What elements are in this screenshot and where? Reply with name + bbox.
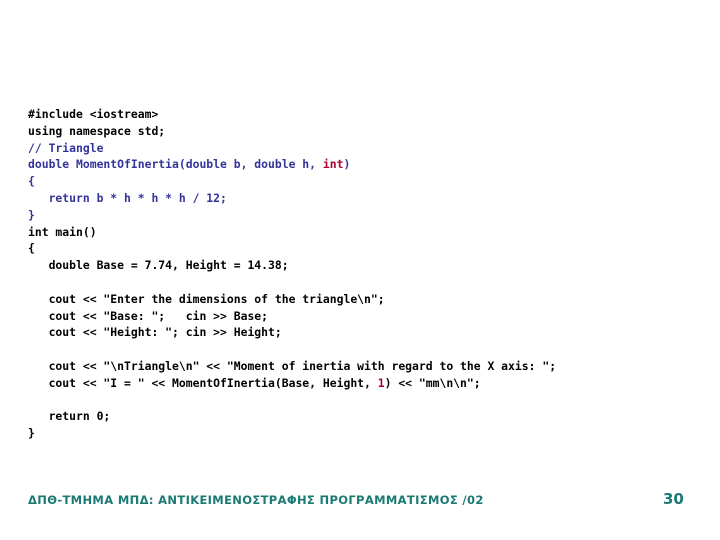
code-token: double MomentOfInertia(double b, double … — [28, 157, 323, 172]
code-line: int main() — [28, 224, 712, 241]
code-line: // Triangle — [28, 140, 712, 157]
code-line: } — [28, 425, 712, 442]
code-line: using namespace std; — [28, 123, 712, 140]
code-token: return 0; — [28, 409, 111, 424]
code-token: int main() — [28, 224, 97, 239]
code-line: cout << "I = " << MomentOfInertia(Base, … — [28, 375, 712, 392]
code-token: ) << "mm\n\n"; — [384, 375, 481, 390]
code-line: cout << "\nTriangle\n" << "Moment of ine… — [28, 358, 712, 375]
code-token: cout << "Base: "; cin >> Base; — [28, 308, 269, 323]
code-token: using namespace std; — [28, 123, 166, 138]
code-line: return b * h * h * h / 12; — [28, 190, 712, 207]
presentation-slide: #include <iostream> using namespace std; /… — [0, 0, 720, 540]
code-token: cout << "I = " << MomentOfInertia(Base, … — [28, 375, 378, 390]
code-line: cout << "Height: "; cin >> Height; — [28, 324, 712, 341]
code-line: { — [28, 240, 712, 257]
code-token: ) — [343, 157, 351, 172]
slide-footer: ΔΠΘ-ΤΜΗΜΑ ΜΠΔ: ΑΝΤΙΚΕΙΜΕΝΟΣΤΡΑΦΗΣ ΠΡΟΓΡΑ… — [0, 488, 720, 522]
code-token: int — [322, 157, 344, 172]
code-token: } — [28, 426, 35, 441]
code-line: { — [28, 173, 712, 190]
code-line: double Base = 7.74, Height = 14.38; — [28, 257, 712, 274]
code-token: { — [28, 174, 35, 189]
code-line: } — [28, 207, 712, 224]
code-line: double MomentOfInertia(double b, double … — [28, 156, 712, 173]
code-token: cout << "Enter the dimensions of the tri… — [28, 291, 385, 306]
code-token: cout << "\nTriangle\n" << "Moment of ine… — [28, 358, 557, 373]
code-line: cout << "Enter the dimensions of the tri… — [28, 291, 712, 308]
code-listing: #include <iostream> using namespace std; /… — [28, 106, 712, 442]
code-token: double Base = 7.74, Height = 14.38; — [28, 258, 289, 273]
code-token: #include <iostream> — [28, 107, 159, 121]
code-line: #include <iostream> — [28, 106, 712, 123]
footer-course-label: ΔΠΘ-ΤΜΗΜΑ ΜΠΔ: ΑΝΤΙΚΕΙΜΕΝΟΣΤΡΑΦΗΣ ΠΡΟΓΡΑ… — [28, 493, 484, 507]
code-line: cout << "Base: "; cin >> Base; — [28, 308, 712, 325]
code-token: // Triangle — [28, 140, 104, 155]
code-token: { — [28, 241, 35, 256]
slide-page-number: 30 — [663, 490, 684, 508]
code-token: } — [28, 207, 35, 222]
code-line: return 0; — [28, 408, 712, 425]
code-token: return b * h * h * h / 12; — [28, 190, 227, 205]
code-token: cout << "Height: "; cin >> Height; — [28, 325, 282, 340]
code-token: 1 — [377, 375, 385, 390]
